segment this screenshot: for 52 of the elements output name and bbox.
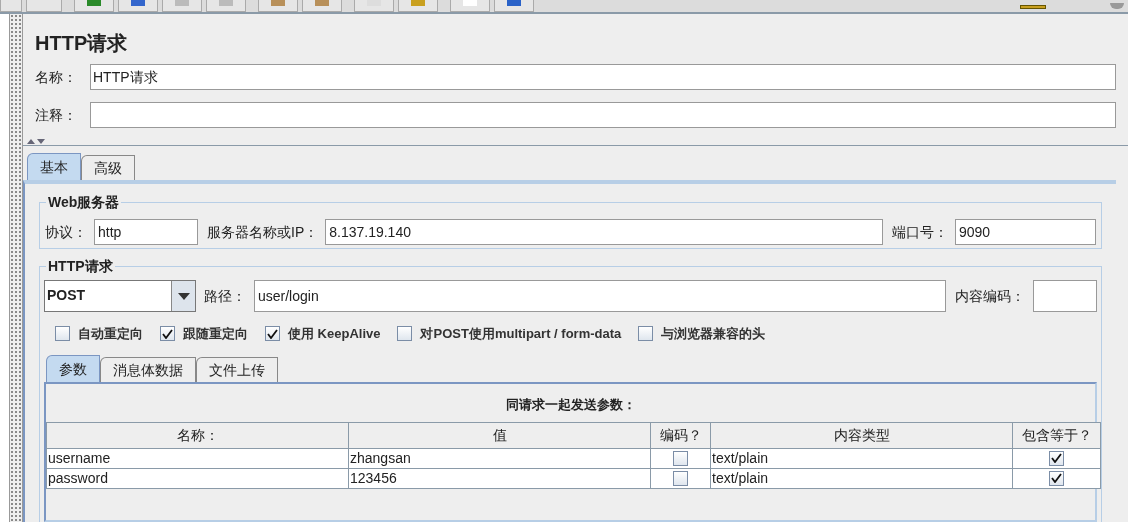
field-label: 注释： xyxy=(35,105,78,125)
column-header[interactable]: 内容类型 xyxy=(710,422,1013,448)
port-field[interactable]: 9090 xyxy=(955,219,1096,245)
text-field[interactable]: HTTP请求 xyxy=(90,64,1116,90)
field-label: 名称： xyxy=(35,67,78,87)
checkbox-label: 对POST使用multipart / form-data xyxy=(420,325,622,343)
collapse-arrows-icon[interactable] xyxy=(27,137,45,144)
group-legend: Web服务器 xyxy=(46,192,122,213)
checkbox[interactable] xyxy=(673,470,688,486)
column-header[interactable]: 名称： xyxy=(46,422,349,448)
tab[interactable]: 参数 xyxy=(46,354,100,382)
checkbox[interactable] xyxy=(265,326,280,342)
column-header[interactable]: 编码？ xyxy=(650,422,711,448)
toolbar-button[interactable] xyxy=(494,0,534,12)
panel-title: HTTP请求 xyxy=(35,31,129,56)
method-dropdown[interactable]: POST xyxy=(44,280,196,312)
table-caption: 同请求一起发送参数： xyxy=(504,395,637,414)
splitter[interactable] xyxy=(10,14,23,522)
server-label: 服务器名称或IP： xyxy=(207,222,319,242)
toolbar-button[interactable] xyxy=(450,0,490,12)
checkbox[interactable] xyxy=(638,326,654,342)
path-field[interactable]: user/login xyxy=(254,280,946,312)
checkbox[interactable] xyxy=(397,326,413,342)
checkbox[interactable] xyxy=(673,450,688,466)
checkbox[interactable] xyxy=(1049,450,1064,466)
toolbar-button[interactable] xyxy=(118,0,158,12)
checkbox-label: 与浏览器兼容的头 xyxy=(661,325,766,343)
checkbox[interactable] xyxy=(1049,470,1064,486)
checkbox[interactable] xyxy=(55,326,70,342)
toolbar-button[interactable] xyxy=(74,0,114,12)
toolbar-button[interactable] xyxy=(258,0,298,12)
table-cell: password xyxy=(46,468,349,488)
toolbar-button[interactable] xyxy=(302,0,342,12)
toolbar-button[interactable] xyxy=(398,0,438,12)
checkbox[interactable] xyxy=(160,326,175,342)
server-field[interactable]: 8.137.19.140 xyxy=(325,219,883,245)
column-header[interactable]: 包含等于？ xyxy=(1012,422,1101,448)
column-header[interactable]: 值 xyxy=(348,422,651,448)
tab[interactable]: 消息体数据 xyxy=(100,356,196,382)
checkbox-label: 使用 KeepAlive xyxy=(288,325,381,343)
checkbox-label: 自动重定向 xyxy=(78,325,143,343)
protocol-field[interactable]: http xyxy=(94,219,198,245)
tab[interactable]: 文件上传 xyxy=(196,356,278,382)
checkbox-label: 跟随重定向 xyxy=(183,325,248,343)
protocol-label: 协议： xyxy=(45,222,87,242)
tab[interactable]: 高级 xyxy=(81,155,135,180)
encoding-label: 内容编码： xyxy=(955,286,1025,306)
table-cell: username xyxy=(46,448,349,468)
port-label: 端口号： xyxy=(892,222,948,242)
path-label: 路径： xyxy=(204,286,246,306)
encoding-field[interactable] xyxy=(1033,280,1097,312)
tab[interactable]: 基本 xyxy=(27,153,81,180)
